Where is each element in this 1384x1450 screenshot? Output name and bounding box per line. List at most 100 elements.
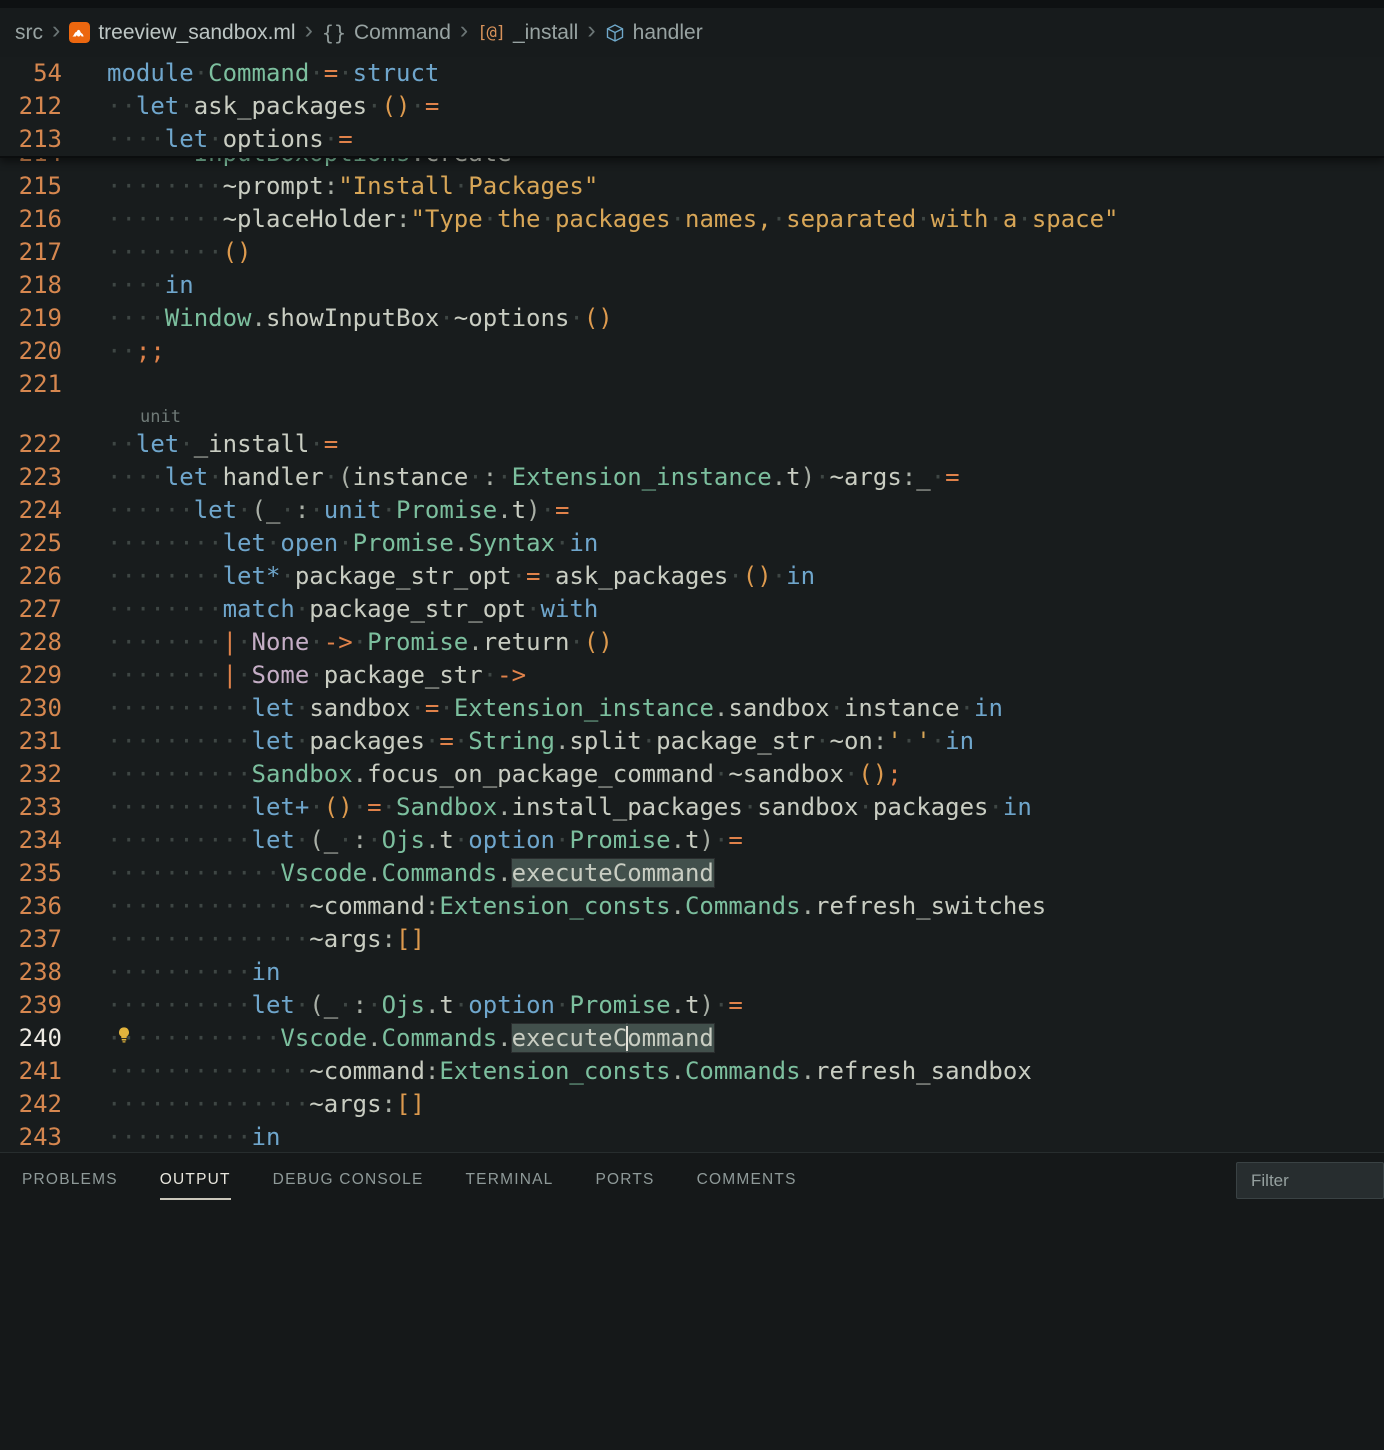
line-number: 213 [0, 123, 107, 156]
panel-tab-output[interactable]: OUTPUT [160, 1153, 231, 1207]
code-line-231[interactable]: 231··········let·packages·=·String.split… [0, 725, 1384, 758]
breadcrumb-item-command[interactable]: {}Command [322, 21, 451, 45]
line-number: 212 [0, 90, 107, 123]
code-line-223[interactable]: 223····let·handler·(instance·:·Extension… [0, 461, 1384, 494]
line-number: 225 [0, 527, 107, 560]
code-line-229[interactable]: 229········|·Some·package_str·-> [0, 659, 1384, 692]
line-number: 228 [0, 626, 107, 659]
line-content: ··············~command:Extension_consts.… [107, 890, 1384, 923]
code-line-212[interactable]: 212··let·ask_packages·()·= [0, 90, 1384, 123]
code-line-215[interactable]: 215········~prompt:"Install·Packages" [0, 170, 1384, 203]
line-content: ··;; [107, 335, 1384, 368]
line-number: 215 [0, 170, 107, 203]
line-content: ············Vscode.Commands.executeComma… [107, 1022, 1384, 1055]
code-line-222[interactable]: 222··let·_install·= [0, 428, 1384, 461]
text-cursor [626, 1026, 628, 1051]
code-line-233[interactable]: 233··········let+·()·=·Sandbox.install_p… [0, 791, 1384, 824]
code-line-224[interactable]: 224······let·(_·:·unit·Promise.t)·= [0, 494, 1384, 527]
line-number: 222 [0, 428, 107, 461]
line-content: ············Vscode.Commands.executeComma… [107, 857, 1384, 890]
line-content: ··············~args:[] [107, 923, 1384, 956]
code-line-227[interactable]: 227········match·package_str_opt·with [0, 593, 1384, 626]
breadcrumb-item-treeview-sandbox-ml[interactable]: treeview_sandbox.ml [69, 21, 295, 45]
line-number: 235 [0, 857, 107, 890]
breadcrumb-label: handler [633, 21, 703, 45]
line-content: ··········in [107, 1121, 1384, 1152]
vscode-window: src › treeview_sandbox.ml › {}Command › [@]_in… [0, 0, 1384, 1450]
panel-tab-debug-console[interactable]: DEBUG CONSOLE [273, 1153, 424, 1207]
chevron-right-icon: › [52, 18, 60, 43]
code-line-242[interactable]: 242··············~args:[] [0, 1088, 1384, 1121]
line-number: 240 [0, 1022, 107, 1055]
code-line-225[interactable]: 225········let·open·Promise.Syntax·in [0, 527, 1384, 560]
line-number: 219 [0, 302, 107, 335]
line-number: 233 [0, 791, 107, 824]
line-number: 241 [0, 1055, 107, 1088]
line-number: 232 [0, 758, 107, 791]
line-number: 221 [0, 368, 107, 401]
code-line-213[interactable]: 213····let·options·= [0, 123, 1384, 156]
breadcrumb-label: treeview_sandbox.ml [98, 21, 295, 45]
code-editor[interactable]: 214······InputBoxOptions.create215······… [0, 57, 1384, 1152]
line-content: ····let·handler·(instance·:·Extension_in… [107, 461, 1384, 494]
line-number: 242 [0, 1088, 107, 1121]
code-line-228[interactable]: 228········|·None·->·Promise.return·() [0, 626, 1384, 659]
bottom-panel: PROBLEMS OUTPUT DEBUG CONSOLE TERMINAL PORTS… [0, 1152, 1384, 1450]
line-content: ······let·(_·:·unit·Promise.t)·= [107, 494, 1384, 527]
code-line-220[interactable]: 220··;; [0, 335, 1384, 368]
code-line-237[interactable]: 237··············~args:[] [0, 923, 1384, 956]
line-number: 223 [0, 461, 107, 494]
code-line-218[interactable]: 218····in [0, 269, 1384, 302]
chevron-right-icon: › [587, 18, 595, 43]
code-line-234[interactable]: 234··········let·(_·:·Ojs.t·option·Promi… [0, 824, 1384, 857]
sticky-scroll: 54module·Command·=·struct212··let·ask_pa… [0, 57, 1384, 158]
line-content: ········let*·package_str_opt·=·ask_packa… [107, 560, 1384, 593]
code-line-217[interactable]: 217········() [0, 236, 1384, 269]
panel-tab-comments[interactable]: COMMENTS [697, 1153, 797, 1207]
code-lines: 214······InputBoxOptions.create215······… [0, 137, 1384, 1152]
panel-tabs: PROBLEMS OUTPUT DEBUG CONSOLE TERMINAL PORTS… [0, 1153, 1384, 1207]
breadcrumb-item-install[interactable]: [@]_install [477, 21, 578, 45]
breadcrumb-label: Command [354, 21, 451, 45]
code-line-230[interactable]: 230··········let·sandbox·=·Extension_ins… [0, 692, 1384, 725]
code-line-219[interactable]: 219····Window.showInputBox·~options·() [0, 302, 1384, 335]
breadcrumb-item-handler[interactable]: handler [605, 21, 703, 45]
code-line-54[interactable]: 54module·Command·=·struct [0, 57, 1384, 90]
code-line-243[interactable]: 243··········in [0, 1121, 1384, 1152]
code-line-238[interactable]: 238··········in [0, 956, 1384, 989]
breadcrumb-label: _install [513, 21, 578, 45]
line-number: 220 [0, 335, 107, 368]
output-filter-input[interactable] [1236, 1162, 1384, 1199]
line-content: ··let·_install·= [107, 428, 1384, 461]
inlay-hint-row[interactable]: unit [0, 401, 1384, 428]
code-line-226[interactable]: 226········let*·package_str_opt·=·ask_pa… [0, 560, 1384, 593]
panel-tab-problems[interactable]: PROBLEMS [22, 1153, 118, 1207]
chevron-right-icon: › [305, 18, 313, 43]
line-content: ········match·package_str_opt·with [107, 593, 1384, 626]
panel-tab-ports[interactable]: PORTS [595, 1153, 654, 1207]
panel-tab-terminal[interactable]: TERMINAL [466, 1153, 554, 1207]
chevron-right-icon: › [460, 18, 468, 43]
line-content: ··········let+·()·=·Sandbox.install_pack… [107, 791, 1384, 824]
line-number: 54 [0, 57, 107, 90]
code-line-236[interactable]: 236··············~command:Extension_cons… [0, 890, 1384, 923]
code-line-232[interactable]: 232··········Sandbox.focus_on_package_co… [0, 758, 1384, 791]
code-line-240[interactable]: 240············Vscode.Commands.executeCo… [0, 1022, 1384, 1055]
line-content: ········|·None·->·Promise.return·() [107, 626, 1384, 659]
line-number: 238 [0, 956, 107, 989]
code-line-241[interactable]: 241··············~command:Extension_cons… [0, 1055, 1384, 1088]
line-number: 243 [0, 1121, 107, 1152]
line-content: ··············~args:[] [107, 1088, 1384, 1121]
code-line-235[interactable]: 235············Vscode.Commands.executeCo… [0, 857, 1384, 890]
line-number: 217 [0, 236, 107, 269]
code-line-221[interactable]: 221 [0, 368, 1384, 401]
cube-icon [605, 23, 625, 43]
code-line-239[interactable]: 239··········let·(_·:·Ojs.t·option·Promi… [0, 989, 1384, 1022]
breadcrumb-item-src[interactable]: src [15, 21, 43, 45]
code-line-216[interactable]: 216········~placeHolder:"Type·the·packag… [0, 203, 1384, 236]
lightbulb-icon[interactable] [115, 1026, 133, 1044]
line-number: 227 [0, 593, 107, 626]
line-content: ····Window.showInputBox·~options·() [107, 302, 1384, 335]
breadcrumb: src › treeview_sandbox.ml › {}Command › [@]_in… [0, 8, 1384, 57]
line-number: 230 [0, 692, 107, 725]
